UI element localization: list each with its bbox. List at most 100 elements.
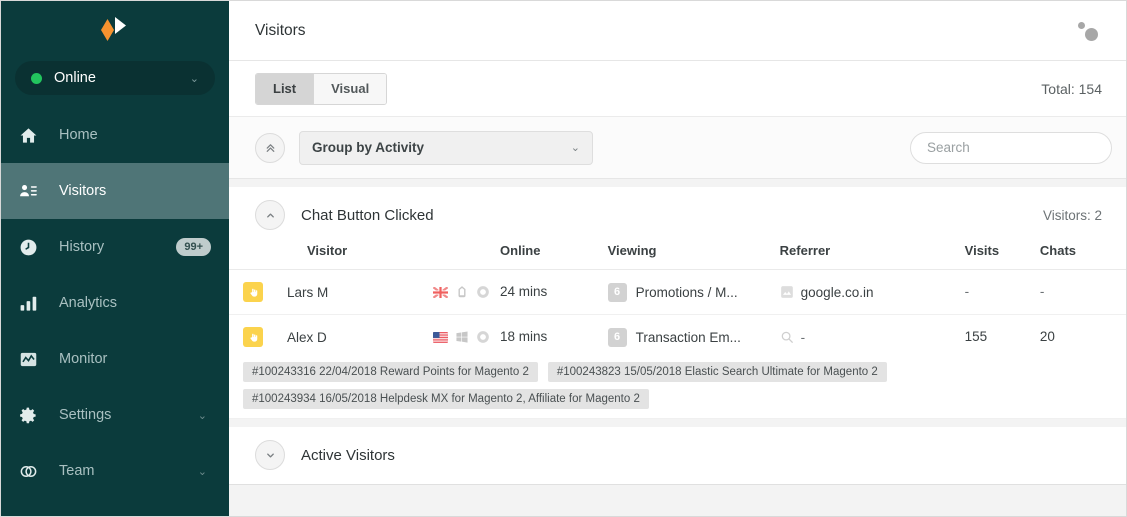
viewing-page: Promotions / M... — [635, 284, 738, 300]
search-input[interactable] — [927, 140, 1095, 155]
browser-icon — [458, 286, 466, 298]
sidebar-item-label: Visitors — [59, 183, 107, 199]
tag-list: #100243316 22/04/2018 Reward Points for … — [229, 360, 1126, 418]
column-header-visitor: Visitor — [229, 243, 501, 270]
site-favicon-icon — [780, 286, 793, 298]
cell-visits: 155 — [965, 315, 1040, 360]
column-header-chats: Chats — [1039, 243, 1126, 270]
tab-list[interactable]: List — [256, 73, 314, 104]
tab-visual[interactable]: Visual — [313, 73, 387, 104]
status-dot-icon — [31, 72, 42, 84]
visitor-meta-icons — [433, 330, 500, 344]
section-header[interactable]: Chat Button Clicked Visitors: 2 — [229, 187, 1126, 243]
click-hand-icon — [243, 282, 263, 302]
table-row[interactable]: Alex D 18 mins 6 Transaction Em... - 155… — [229, 315, 1126, 360]
os-icon — [477, 286, 489, 298]
page-title: Visitors — [255, 21, 306, 39]
dot-small — [1078, 21, 1085, 29]
chevron-down-icon[interactable]: ⌄ — [190, 72, 199, 85]
section-title: Active Visitors — [301, 446, 395, 464]
sidebar-item-home[interactable]: Home — [1, 107, 229, 163]
chevron-down-icon: ⌄ — [570, 142, 580, 154]
sidebar-item-visitors[interactable]: Visitors — [1, 163, 229, 219]
sidebar-item-settings[interactable]: Settings ⌄ — [1, 387, 229, 443]
logo-area — [1, 1, 229, 59]
group-by-select[interactable]: Group by Activity ⌄ — [299, 130, 593, 165]
windows-icon — [456, 331, 468, 343]
cell-chats: - — [1039, 269, 1126, 315]
page-count-badge: 6 — [607, 327, 627, 347]
chevron-up-icon[interactable] — [255, 200, 285, 230]
cell-viewing: 6 Transaction Em... — [607, 315, 780, 360]
chats-value: - — [1039, 284, 1045, 299]
cell-referrer: - — [780, 315, 965, 360]
chats-value: 20 — [1039, 329, 1055, 345]
sidebar-item-label: Monitor — [59, 351, 108, 367]
section-visitor-count: Visitors: 2 — [1042, 207, 1102, 223]
cell-online: 24 mins — [500, 269, 608, 315]
home-icon — [19, 126, 49, 145]
sidebar-item-history[interactable]: History 99+ — [1, 219, 229, 275]
cell-referrer: google.co.in — [779, 269, 965, 315]
section-chat-button-clicked: Chat Button Clicked Visitors: 2 Visitor … — [229, 187, 1126, 419]
cell-online: 18 mins — [500, 315, 608, 360]
sidebar-item-label: Home — [59, 127, 98, 143]
search-icon — [781, 331, 793, 344]
sidebar-item-monitor[interactable]: Monitor — [1, 331, 229, 387]
table-row-tags: #100243316 22/04/2018 Reward Points for … — [229, 359, 1126, 419]
table-row[interactable]: Lars M 24 mins 6 Promotions / M... googl… — [229, 269, 1126, 315]
visitor-meta-icons — [433, 285, 500, 299]
section-active-visitors[interactable]: Active Visitors — [229, 426, 1126, 485]
total-count-label: Total: 154 — [1041, 80, 1102, 97]
chevron-down-icon[interactable]: ⌄ — [198, 465, 207, 478]
visitor-name: Alex D — [287, 329, 327, 345]
cell-visits: - — [964, 269, 1040, 315]
visitors-icon — [19, 182, 49, 201]
online-duration: 18 mins — [500, 329, 548, 345]
sidebar: Online ⌄ Home Visitors History 99+ Analy… — [1, 1, 229, 516]
double-chevron-up-icon[interactable] — [255, 132, 285, 163]
chevron-down-icon[interactable] — [255, 440, 285, 470]
cell-visitor: Alex D — [229, 315, 500, 360]
column-header-referrer: Referrer — [779, 243, 965, 270]
search-field[interactable] — [910, 131, 1112, 164]
view-mode-toggle: List Visual — [255, 72, 388, 105]
sidebar-item-label: Team — [59, 463, 95, 479]
cell-visitor: Lars M — [229, 269, 501, 315]
sidebar-item-label: Settings — [59, 407, 112, 423]
sidebar-item-label: History — [59, 239, 105, 255]
table-body: Lars M 24 mins 6 Promotions / M... googl… — [229, 269, 1126, 419]
cell-viewing: 6 Promotions / M... — [607, 269, 780, 315]
tag-chip[interactable]: #100243316 22/04/2018 Reward Points for … — [243, 361, 538, 382]
referrer-value: - — [800, 329, 806, 345]
column-header-visits: Visits — [964, 243, 1040, 270]
app-window: Online ⌄ Home Visitors History 99+ Analy… — [0, 0, 1127, 517]
top-bar: Visitors — [229, 1, 1126, 61]
column-header-viewing: Viewing — [607, 243, 780, 270]
gear-icon — [19, 406, 49, 425]
click-hand-icon — [243, 327, 263, 348]
us-flag-icon — [433, 331, 449, 343]
chevron-down-icon[interactable]: ⌄ — [198, 409, 207, 422]
bar-chart-icon — [19, 294, 49, 313]
sidebar-item-team[interactable]: Team ⌄ — [1, 443, 229, 499]
uk-flag-icon — [433, 286, 449, 298]
cell-tags: #100243316 22/04/2018 Reward Points for … — [229, 359, 1126, 419]
two-dots-icon[interactable] — [1076, 20, 1102, 42]
logo-orange-diamond — [101, 19, 114, 41]
tag-chip[interactable]: #100243823 15/05/2018 Elastic Search Ult… — [547, 361, 887, 382]
visitors-content: Chat Button Clicked Visitors: 2 Visitor … — [229, 179, 1126, 516]
visits-value: - — [964, 284, 970, 299]
cell-chats: 20 — [1040, 315, 1126, 360]
section-title: Chat Button Clicked — [301, 206, 434, 224]
app-logo-icon[interactable] — [93, 17, 137, 43]
sidebar-item-label: Analytics — [59, 295, 118, 311]
visitor-name: Lars M — [287, 284, 329, 300]
tag-chip[interactable]: #100243934 16/05/2018 Helpdesk MX for Ma… — [243, 388, 649, 409]
filter-bar: Group by Activity ⌄ — [229, 117, 1126, 179]
view-toggle-bar: List Visual Total: 154 — [229, 61, 1126, 117]
monitor-icon — [19, 350, 49, 369]
table-header: Visitor Online Viewing Referrer Visits C… — [229, 243, 1126, 270]
status-selector[interactable]: Online ⌄ — [15, 61, 215, 95]
sidebar-item-analytics[interactable]: Analytics — [1, 275, 229, 331]
